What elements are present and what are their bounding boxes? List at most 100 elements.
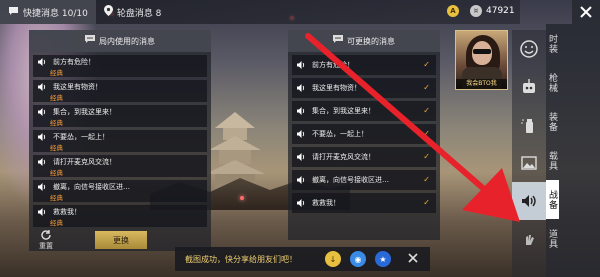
message-tag: 经典 xyxy=(50,169,63,177)
top-bar: 快捷消息 10/10 轮盘消息 8 xyxy=(0,0,520,24)
silver-coin-icon: ¤ xyxy=(470,5,482,17)
icon-cell-robot[interactable] xyxy=(512,68,546,106)
check-icon: ✓ xyxy=(423,129,430,138)
message-text: 我这里有物资！ xyxy=(53,83,102,91)
check-icon: ✓ xyxy=(423,106,430,115)
message-tag: 经典 xyxy=(50,69,63,77)
message-row[interactable]: 不要怂，一起上！ ✓ xyxy=(292,124,436,144)
speaker-icon xyxy=(38,208,46,216)
panel-title: 可更换的消息 xyxy=(347,36,395,46)
message-row[interactable]: 集合，到我这里来！ ✓ xyxy=(292,101,436,121)
message-row[interactable]: 前方有危险！ 经典 xyxy=(33,55,207,77)
speaker-icon xyxy=(38,183,46,191)
message-text: 请打开麦克风交流！ xyxy=(53,158,116,166)
toast-close-icon[interactable] xyxy=(407,252,419,266)
message-tag: 经典 xyxy=(50,194,63,202)
toast-text: 截图成功，快分享给朋友们吧！ xyxy=(185,254,297,264)
character-avatar[interactable]: 我会BTO我 xyxy=(455,30,508,90)
message-row[interactable]: 我这里有物资！ ✓ xyxy=(292,78,436,98)
in-game-messages-panel: 局内使用的消息 前方有危险！ 经典 我这里有物资！ 经典 集合，到我这里来！ 经典 不要怂，… xyxy=(29,30,211,251)
share-download-icon[interactable]: ↓ xyxy=(325,251,341,267)
category-tab[interactable]: 道具 xyxy=(546,219,559,258)
close-icon xyxy=(580,6,592,18)
speaker-icon xyxy=(297,130,305,138)
icon-cell-hand[interactable] xyxy=(512,220,546,258)
message-tag: 经典 xyxy=(50,119,63,127)
check-icon: ✓ xyxy=(423,83,430,92)
category-tab[interactable]: 装备 xyxy=(546,102,559,141)
category-tab[interactable]: 枪械 xyxy=(546,63,559,102)
message-text: 请打开麦克风交流！ xyxy=(312,153,375,161)
icon-cell-spray[interactable] xyxy=(512,106,546,144)
check-icon: ✓ xyxy=(423,152,430,161)
speaker-icon xyxy=(297,84,305,92)
check-icon: ✓ xyxy=(423,175,430,184)
category-tab[interactable]: 时装 xyxy=(546,24,559,63)
icon-cell-voice[interactable] xyxy=(512,182,546,220)
speaker-icon xyxy=(297,61,305,69)
message-row[interactable]: 集合，到我这里来！ 经典 xyxy=(33,105,207,127)
speaker-icon xyxy=(38,133,46,141)
coins-value: 47921 xyxy=(486,6,515,16)
message-row[interactable]: 撤离，向信号接收区进… 经典 xyxy=(33,180,207,202)
robot-icon xyxy=(523,79,535,93)
message-text: 不要怂，一起上！ xyxy=(312,130,368,138)
smiley-icon xyxy=(520,40,538,58)
pagoda-building xyxy=(205,112,265,190)
replaceable-messages-panel: 可更换的消息 前方有危险！ ✓ 我这里有物资！ ✓ 集合，到我这里来！ ✓ 不要怂，一起上！… xyxy=(288,30,440,240)
category-tab[interactable]: 载具 xyxy=(546,141,559,180)
tab-wheel-messages[interactable]: 轮盘消息 8 xyxy=(96,0,170,24)
share-qq-icon[interactable]: ◉ xyxy=(350,251,366,267)
message-text: 前方有危险！ xyxy=(312,61,354,69)
chat-dots-icon xyxy=(333,35,343,47)
speaker-icon xyxy=(38,58,46,66)
message-text: 集合，到我这里来！ xyxy=(312,107,375,115)
spray-can-icon xyxy=(521,119,533,133)
emote-category-icons xyxy=(512,30,546,277)
message-text: 撤离，向信号接收区进… xyxy=(312,176,389,184)
category-sidebar: 时装 枪械 装备 载具 战备 道具 xyxy=(546,24,600,277)
message-row[interactable]: 救救我！ 经典 xyxy=(33,205,207,227)
speaker-icon xyxy=(297,107,305,115)
message-text: 不要怂，一起上！ xyxy=(53,133,109,141)
lantern-light xyxy=(240,196,244,200)
message-text: 集合，到我这里来！ xyxy=(53,108,116,116)
icon-cell-image[interactable] xyxy=(512,144,546,182)
message-text: 救救我！ xyxy=(312,199,340,207)
category-tab[interactable]: 战备 xyxy=(546,180,559,219)
message-row[interactable]: 前方有危险！ ✓ xyxy=(292,55,436,75)
tab-wheel-messages-label: 轮盘消息 8 xyxy=(116,8,162,19)
speaker-icon xyxy=(297,176,305,184)
panel-header: 可更换的消息 xyxy=(288,30,440,52)
message-row[interactable]: 请打开麦克风交流！ ✓ xyxy=(292,147,436,167)
message-row[interactable]: 不要怂，一起上！ 经典 xyxy=(33,130,207,152)
speaker-icon xyxy=(38,108,46,116)
message-text: 前方有危险！ xyxy=(53,58,95,66)
message-row[interactable]: 救救我！ ✓ xyxy=(292,193,436,213)
message-tag: 经典 xyxy=(50,219,63,227)
chat-bubble-icon xyxy=(8,6,19,19)
share-star-icon[interactable]: ★ xyxy=(375,251,391,267)
tab-quick-messages-label: 快捷消息 10/10 xyxy=(23,8,88,19)
message-row[interactable]: 撤离，向信号接收区进… ✓ xyxy=(292,170,436,190)
check-icon: ✓ xyxy=(423,60,430,69)
speaker-icon xyxy=(522,195,536,207)
close-button[interactable] xyxy=(572,0,600,24)
avatar-caption: 我会BTO我 xyxy=(456,79,507,89)
icon-cell-emoji[interactable] xyxy=(512,30,546,68)
tab-quick-messages[interactable]: 快捷消息 10/10 xyxy=(0,0,96,24)
message-row[interactable]: 我这里有物资！ 经典 xyxy=(33,80,207,102)
gold-coin-icon: A xyxy=(447,5,459,17)
hand-wave-icon xyxy=(526,235,534,245)
speaker-icon xyxy=(297,153,305,161)
panel-title: 局内使用的消息 xyxy=(99,36,155,46)
reset-button[interactable]: 重置 xyxy=(36,229,56,251)
message-row[interactable]: 请打开麦克风交流！ 经典 xyxy=(33,155,207,177)
swap-button[interactable]: 更换 xyxy=(95,231,147,249)
speaker-icon xyxy=(38,83,46,91)
reset-label: 重置 xyxy=(39,242,53,250)
message-text: 我这里有物资！ xyxy=(312,84,361,92)
coins-currency: ¤ 47921 xyxy=(470,5,515,17)
reset-icon xyxy=(41,230,51,240)
picture-icon xyxy=(521,156,537,170)
